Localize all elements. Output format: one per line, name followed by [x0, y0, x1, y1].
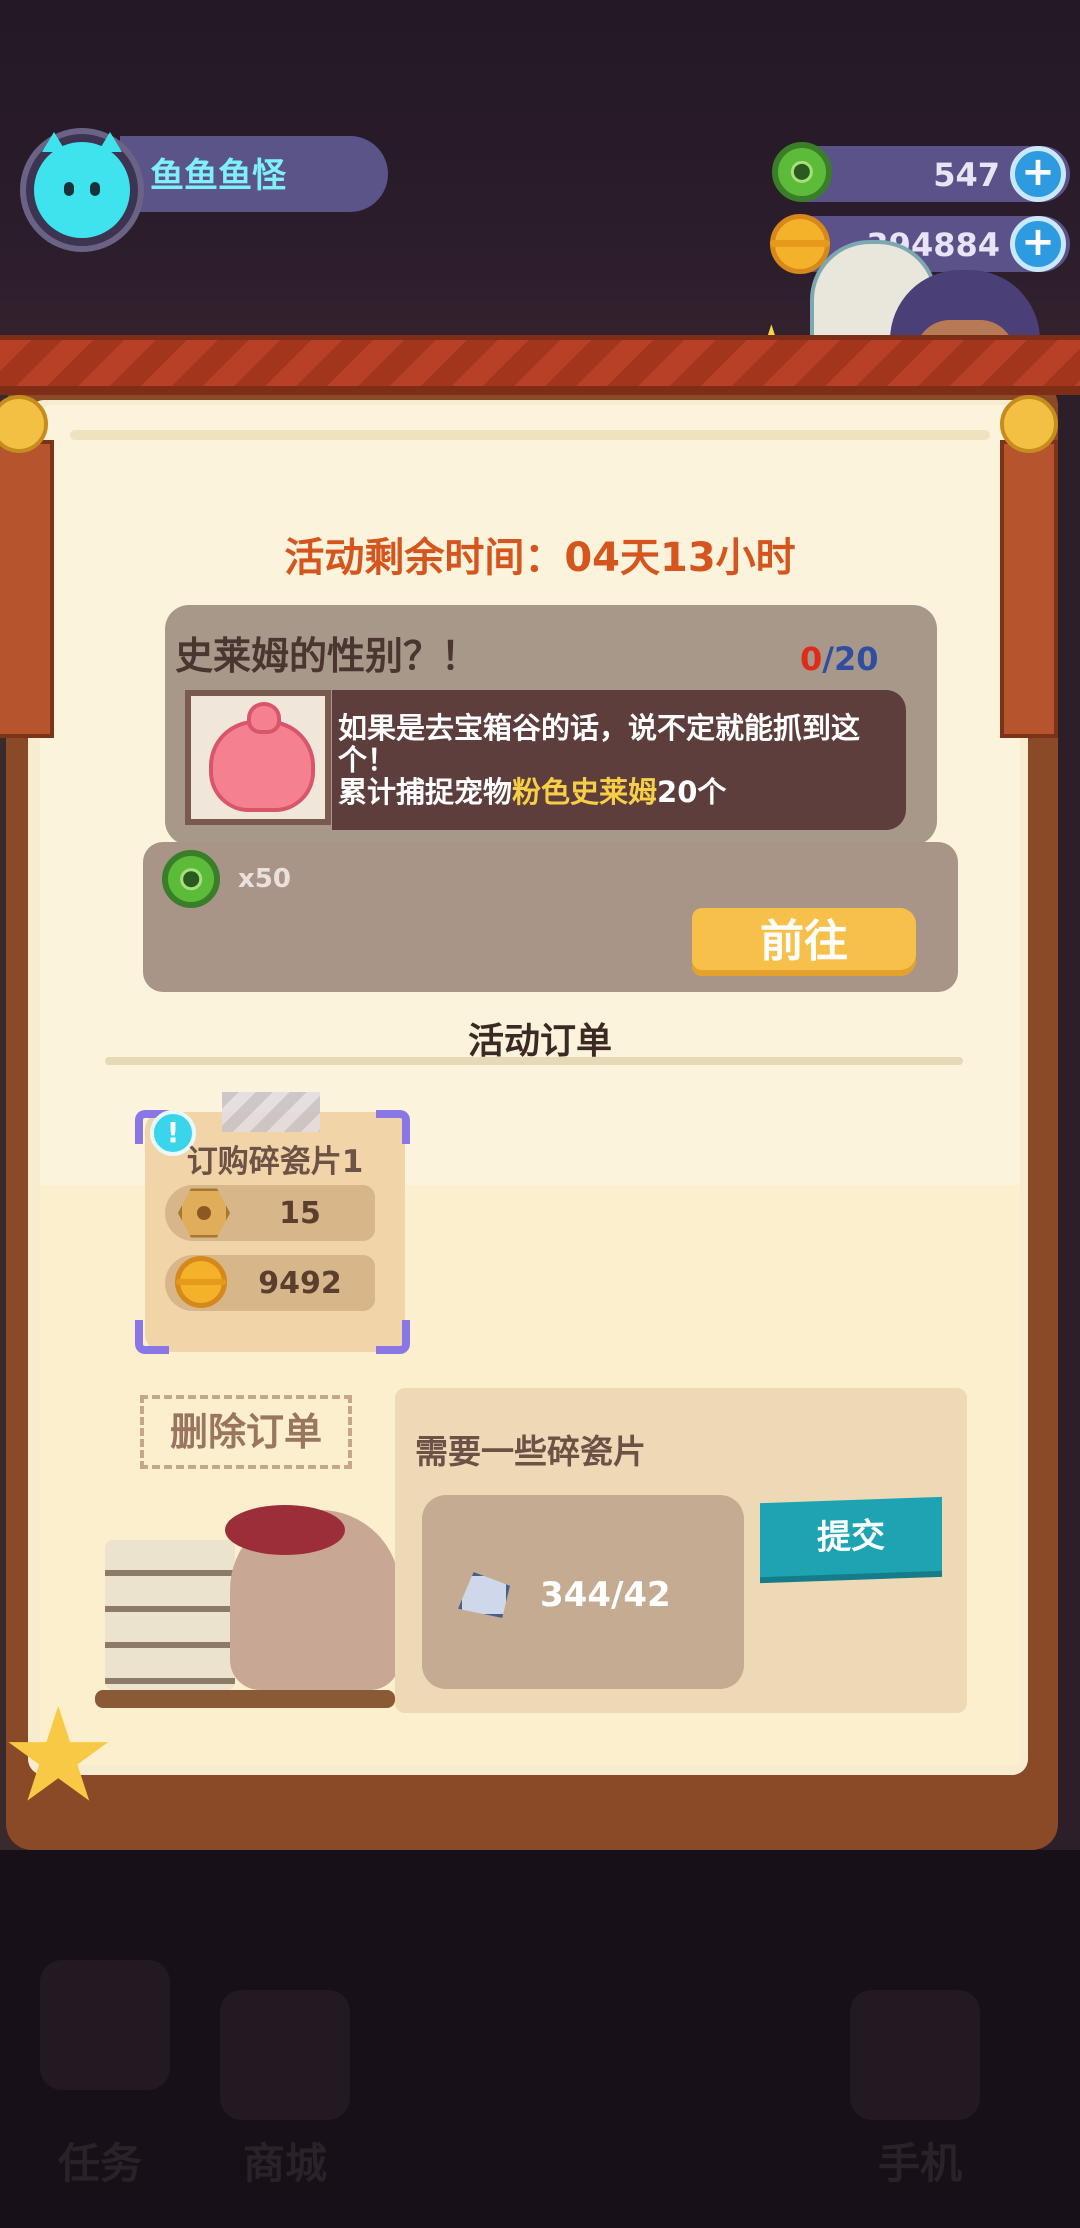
clerk-hat	[225, 1505, 345, 1555]
avatar-cat-icon[interactable]	[34, 132, 130, 238]
reward-quantity: x50	[238, 864, 291, 894]
quest-title: 史莱姆的性别？！	[175, 634, 480, 678]
orders-divider	[105, 1057, 963, 1065]
order-reward-nuts: 15	[279, 1196, 321, 1231]
quest-progress: 0/20	[800, 640, 878, 678]
add-gems-button[interactable]: +	[1010, 146, 1066, 202]
star-wand-icon: ★	[0, 1679, 117, 1831]
need-title: 需要一些碎瓷片	[415, 1432, 646, 1471]
desk	[95, 1690, 395, 1708]
go-button[interactable]: 前往	[692, 908, 916, 976]
need-progress: 344/42	[540, 1575, 671, 1615]
order-reward-coins: 9492	[258, 1266, 342, 1301]
delete-order-button[interactable]: 删除订单	[140, 1395, 352, 1469]
quest-progress-current: 0	[800, 640, 823, 678]
quest-desc-highlight: 粉色史莱姆	[512, 775, 658, 809]
order-name: 订购碎瓷片1	[186, 1144, 364, 1180]
order-corner-bl	[135, 1320, 169, 1354]
quest-desc-line2: 累计捕捉宠物粉色史莱姆20个	[338, 776, 898, 808]
quest-desc-prefix: 累计捕捉宠物	[338, 775, 513, 809]
reward-donut-icon	[162, 850, 220, 908]
banner-left	[0, 440, 54, 738]
event-timer: 活动剩余时间：04天13小时	[284, 535, 796, 581]
order-corner-br	[376, 1320, 410, 1354]
submit-button[interactable]: 提交	[760, 1496, 942, 1578]
quest-description: 如果是去宝箱谷的话，说不定就能抓到这个！ 累计捕捉宠物粉色史莱姆20个	[338, 712, 898, 808]
tape-decoration	[222, 1092, 320, 1132]
quest-progress-total: /20	[822, 640, 879, 678]
shop-nav-label[interactable]: 商城	[205, 2130, 365, 2191]
banner-right	[1000, 440, 1058, 738]
tasks-nav-icon[interactable]	[40, 1960, 170, 2090]
quest-desc-line1: 如果是去宝箱谷的话，说不定就能抓到这个！	[338, 711, 861, 777]
gem-count: 547	[933, 156, 1000, 194]
tasks-nav-label[interactable]: 任务	[20, 2130, 180, 2191]
phone-nav-icon[interactable]	[850, 1990, 980, 2120]
player-name: 鱼鱼鱼怪	[150, 156, 286, 196]
shop-nav-icon[interactable]	[220, 1990, 350, 2120]
quest-image-frame	[185, 690, 331, 825]
book-stack	[105, 1540, 235, 1690]
pink-slime-icon	[209, 702, 315, 812]
phone-nav-label[interactable]: 手机	[840, 2130, 1000, 2191]
add-coins-button[interactable]: +	[1010, 216, 1066, 272]
quest-desc-suffix: 20个	[657, 775, 727, 809]
board-top-stripes	[0, 340, 1080, 386]
board-top-line	[70, 430, 990, 440]
bell-right-icon	[1000, 395, 1058, 453]
